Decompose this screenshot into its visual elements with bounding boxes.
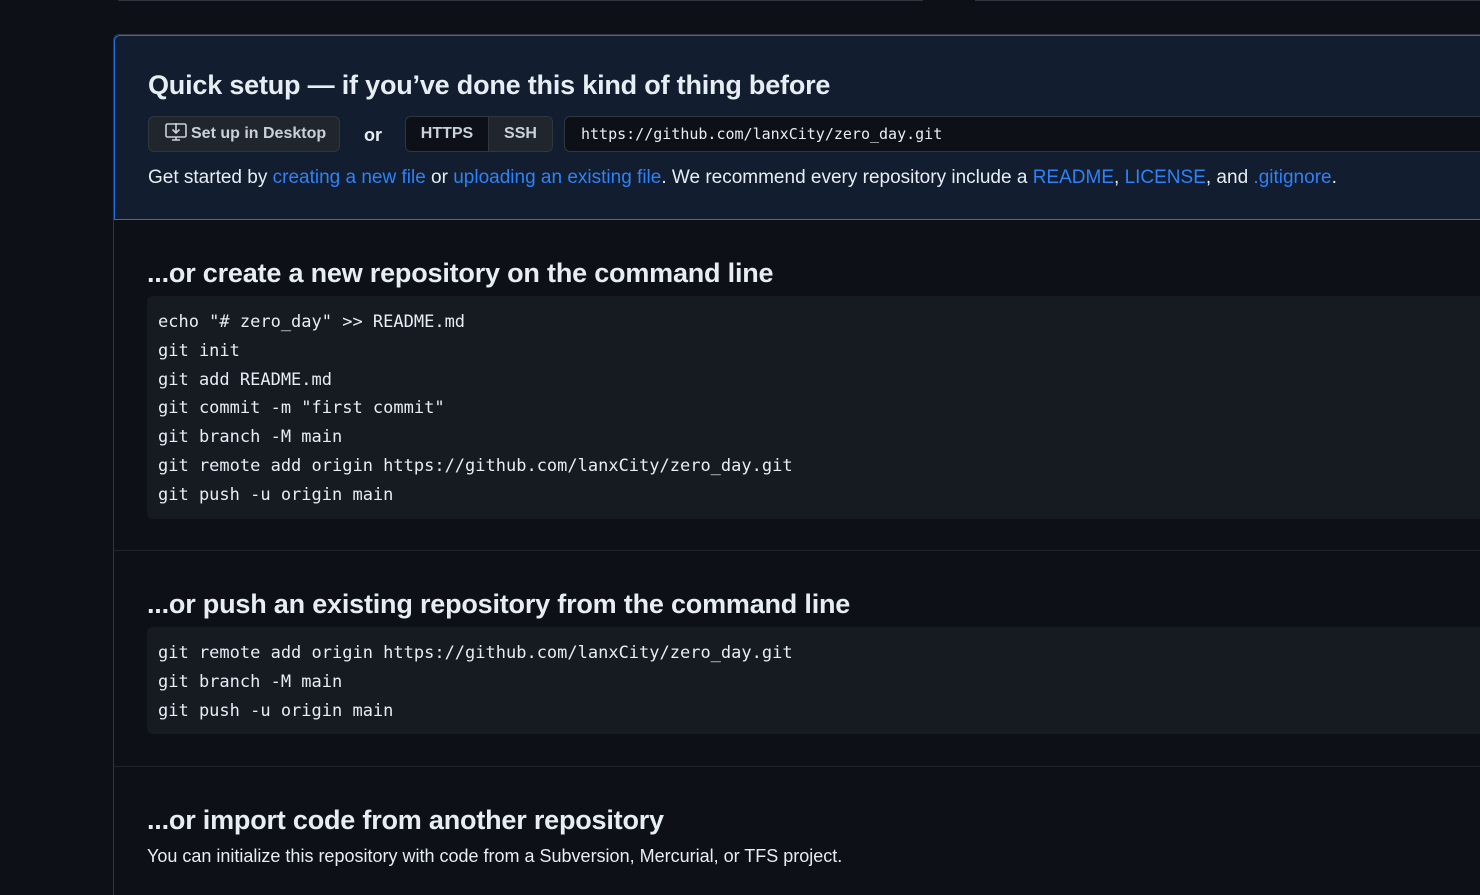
section-divider — [114, 550, 1480, 551]
code-line: git remote add origin https://github.com… — [158, 455, 793, 476]
quick-setup-title: Quick setup — if you’ve done this kind o… — [148, 70, 831, 100]
code-line: git add README.md — [158, 369, 332, 390]
clone-url-input[interactable]: https://github.com/lanxCity/zero_day.git — [564, 116, 1480, 152]
ssh-button[interactable]: SSH — [489, 117, 552, 151]
gitignore-link[interactable]: .gitignore — [1253, 167, 1331, 188]
license-link[interactable]: LICENSE — [1125, 167, 1206, 188]
top-divider-left — [118, 0, 923, 1]
import-repo-title: ...or import code from another repositor… — [147, 805, 664, 835]
https-button[interactable]: HTTPS — [406, 117, 489, 151]
empty-repo-panel: Quick setup — if you’ve done this kind o… — [113, 34, 1480, 895]
code-line: git push -u origin main — [158, 484, 394, 505]
top-divider-right — [975, 0, 1480, 1]
code-line: git commit -m "first commit" — [158, 398, 445, 419]
or-separator: or — [364, 125, 382, 145]
intro-text-2: or — [425, 167, 454, 188]
code-line: git init — [158, 340, 240, 361]
quick-setup-box: Quick setup — if you’ve done this kind o… — [114, 35, 1480, 220]
section-divider — [114, 766, 1480, 767]
protocol-toggle: HTTPS SSH — [405, 116, 553, 152]
create-repo-title: ...or create a new repository on the com… — [147, 258, 774, 288]
code-line: git branch -M main — [158, 671, 343, 692]
push-repo-title: ...or push an existing repository from t… — [147, 589, 851, 619]
getting-started-text: Get started by creating a new file or up… — [148, 167, 1337, 189]
uploading-existing-file-link[interactable]: uploading an existing file — [453, 167, 661, 188]
creating-new-file-link[interactable]: creating a new file — [273, 167, 426, 188]
readme-link[interactable]: README — [1033, 167, 1114, 188]
desktop-download-icon — [165, 122, 191, 147]
code-line: git remote add origin https://github.com… — [158, 643, 793, 663]
intro-text-3: . We recommend every repository include … — [661, 167, 1033, 188]
code-line: echo "# zero_day" >> README.md — [158, 312, 466, 332]
code-line: git push -u origin main — [158, 700, 394, 721]
code-line: git branch -M main — [158, 427, 343, 448]
setup-in-desktop-label: Set up in Desktop — [191, 125, 327, 142]
push-repo-code-block[interactable]: git remote add origin https://github.com… — [147, 627, 1480, 734]
import-description: You can initialize this repository with … — [147, 846, 843, 866]
intro-text-4: , — [1114, 167, 1125, 188]
setup-in-desktop-button[interactable]: Set up in Desktop — [148, 116, 340, 152]
intro-text-6: . — [1331, 167, 1337, 188]
create-repo-code-block[interactable]: echo "# zero_day" >> README.md git init … — [147, 296, 1480, 519]
intro-text-5: , and — [1205, 167, 1254, 188]
intro-text-1: Get started by — [148, 167, 273, 188]
